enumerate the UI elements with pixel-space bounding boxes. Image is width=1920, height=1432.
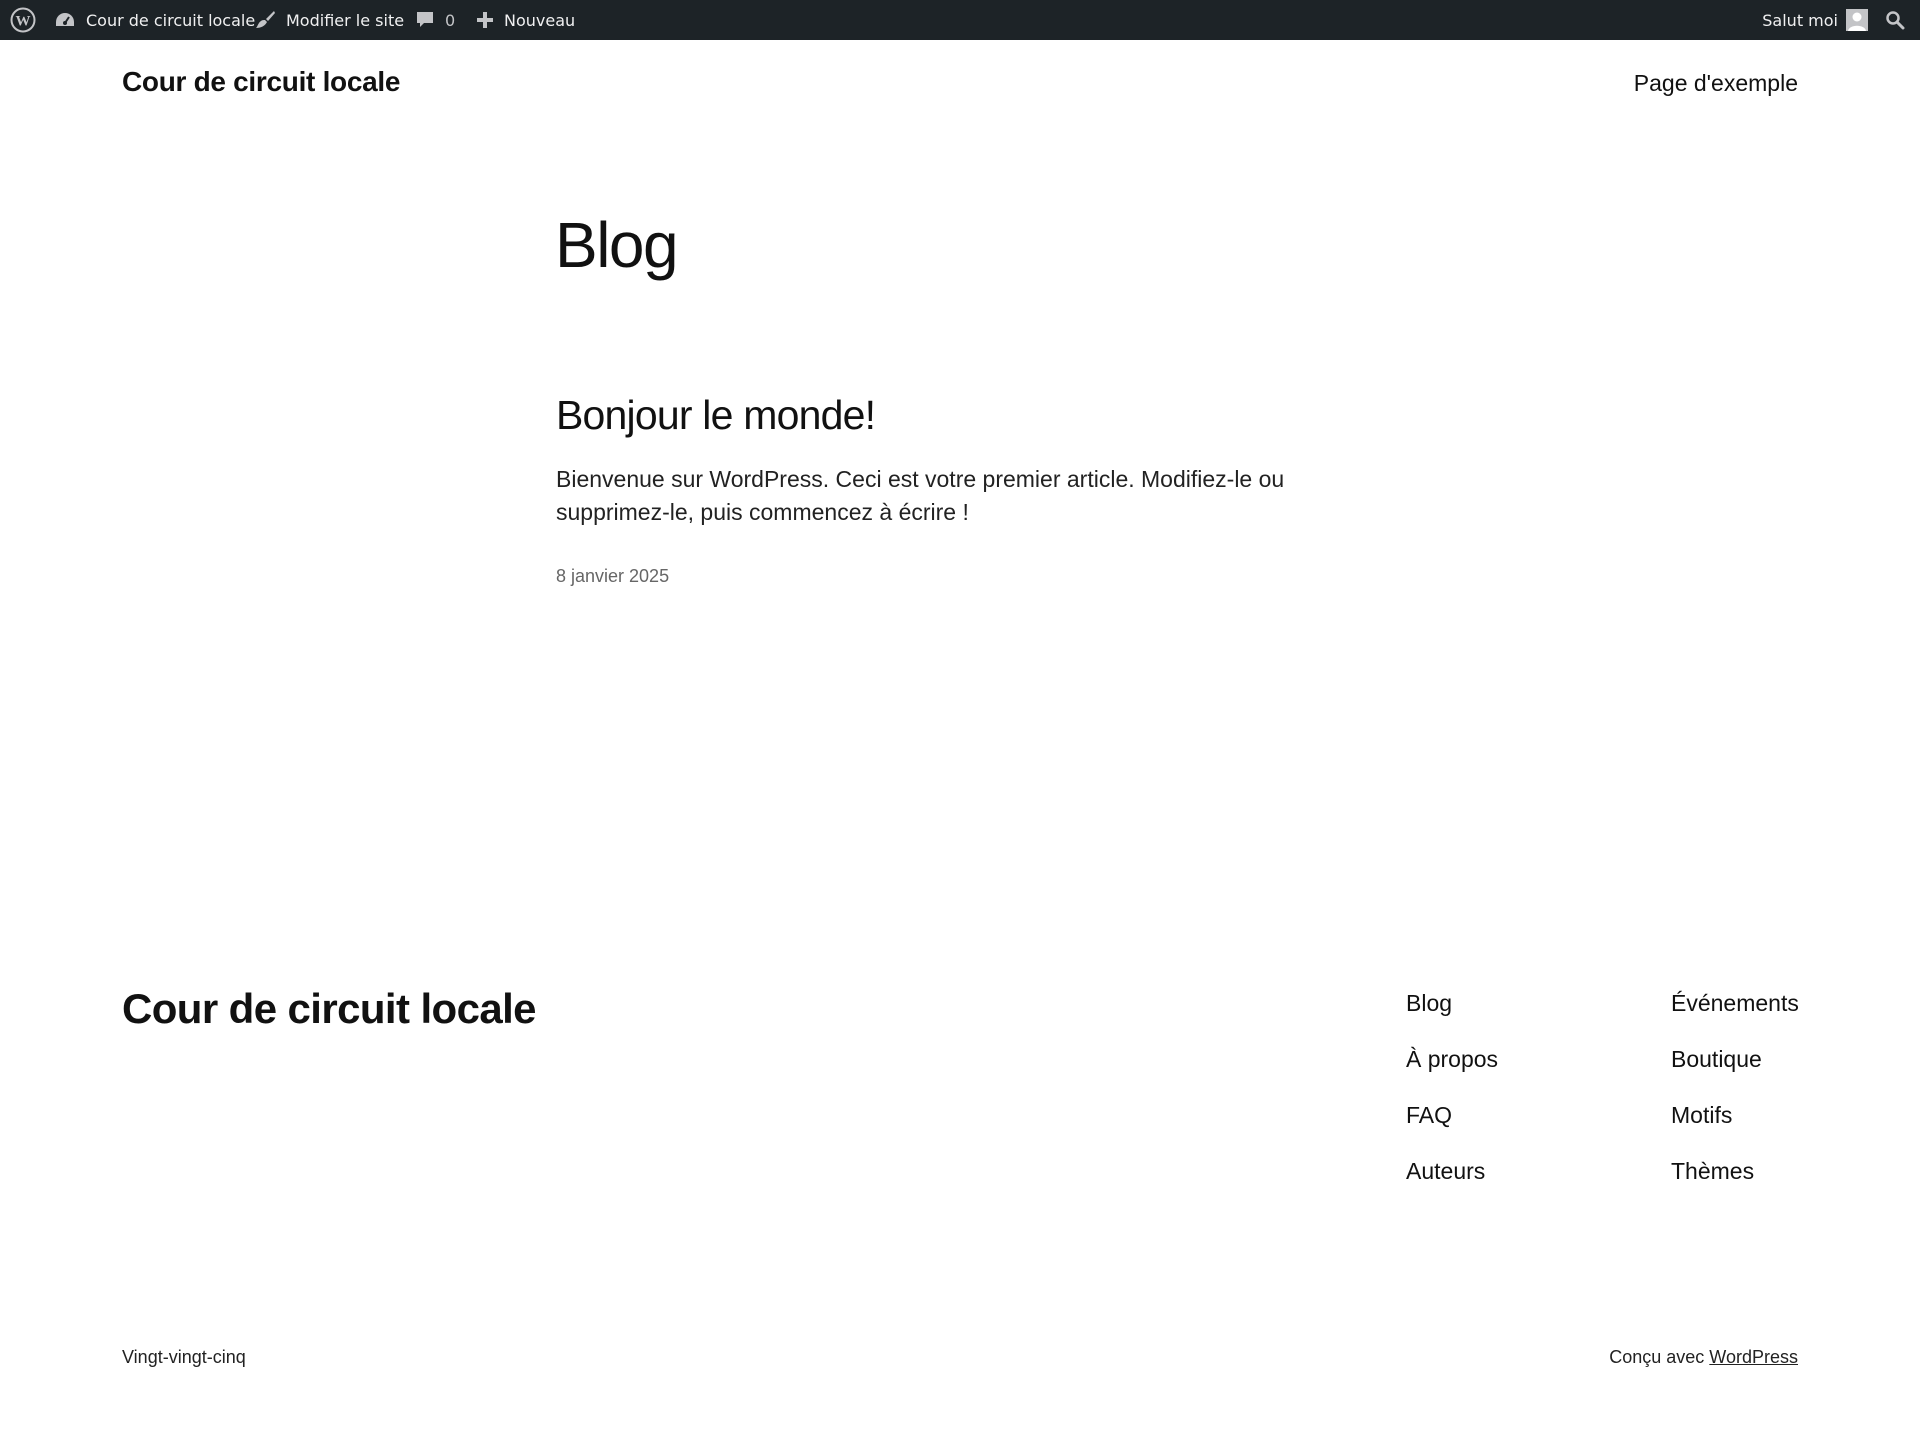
- avatar: [1846, 9, 1868, 31]
- footer-credit-prefix: Conçu avec: [1609, 1347, 1710, 1367]
- footer-link-about[interactable]: À propos: [1406, 1044, 1498, 1100]
- admin-bar-site-link[interactable]: Cour de circuit locale: [54, 0, 255, 40]
- comments-count: 0: [445, 10, 456, 30]
- page-title: Blog: [555, 209, 679, 281]
- footer-link-patterns[interactable]: Motifs: [1671, 1100, 1799, 1156]
- nav-link-sample-page[interactable]: Page d'exemple: [1634, 70, 1798, 97]
- footer-credit: Conçu avec WordPress: [1609, 1347, 1798, 1368]
- admin-bar-site-name: Cour de circuit locale: [86, 10, 256, 30]
- footer-site-title[interactable]: Cour de circuit locale: [122, 985, 537, 1033]
- footer-link-events[interactable]: Événements: [1671, 988, 1799, 1044]
- plus-icon: [476, 11, 494, 29]
- search-icon[interactable]: [1880, 0, 1910, 40]
- footer-link-themes[interactable]: Thèmes: [1671, 1156, 1799, 1212]
- footer-theme-name: Vingt-vingt-cinq: [122, 1347, 246, 1367]
- svg-text:W: W: [16, 14, 31, 30]
- new-content-button[interactable]: Nouveau: [476, 0, 575, 40]
- comments-button[interactable]: 0: [415, 0, 455, 40]
- post-title-link[interactable]: Bonjour le monde!: [556, 392, 876, 439]
- footer-link-faq[interactable]: FAQ: [1406, 1100, 1498, 1156]
- new-content-label: Nouveau: [504, 10, 576, 30]
- footer-link-authors[interactable]: Auteurs: [1406, 1156, 1498, 1212]
- comment-bubble-icon: [415, 10, 435, 30]
- edit-site-button[interactable]: Modifier le site: [254, 0, 404, 40]
- post-excerpt: Bienvenue sur WordPress. Ceci est votre …: [556, 466, 1285, 525]
- footer-nav-column-1: Blog À propos FAQ Auteurs: [1406, 988, 1498, 1212]
- edit-site-label: Modifier le site: [286, 10, 405, 30]
- footer-link-blog[interactable]: Blog: [1406, 988, 1498, 1044]
- post-date: 8 janvier 2025: [556, 566, 670, 586]
- brush-icon: [254, 10, 276, 30]
- site-title[interactable]: Cour de circuit locale: [122, 66, 400, 98]
- wordpress-logo-icon[interactable]: W: [10, 0, 40, 40]
- user-greeting: Salut moi: [1762, 10, 1838, 30]
- footer-link-shop[interactable]: Boutique: [1671, 1044, 1799, 1100]
- wordpress-link[interactable]: WordPress: [1709, 1347, 1798, 1367]
- footer-nav-column-2: Événements Boutique Motifs Thèmes: [1671, 988, 1799, 1212]
- admin-bar: W Cour de circuit locale Modifier le sit…: [0, 0, 1920, 40]
- user-account-menu[interactable]: Salut moi: [1762, 0, 1868, 40]
- dashboard-icon: [54, 11, 76, 29]
